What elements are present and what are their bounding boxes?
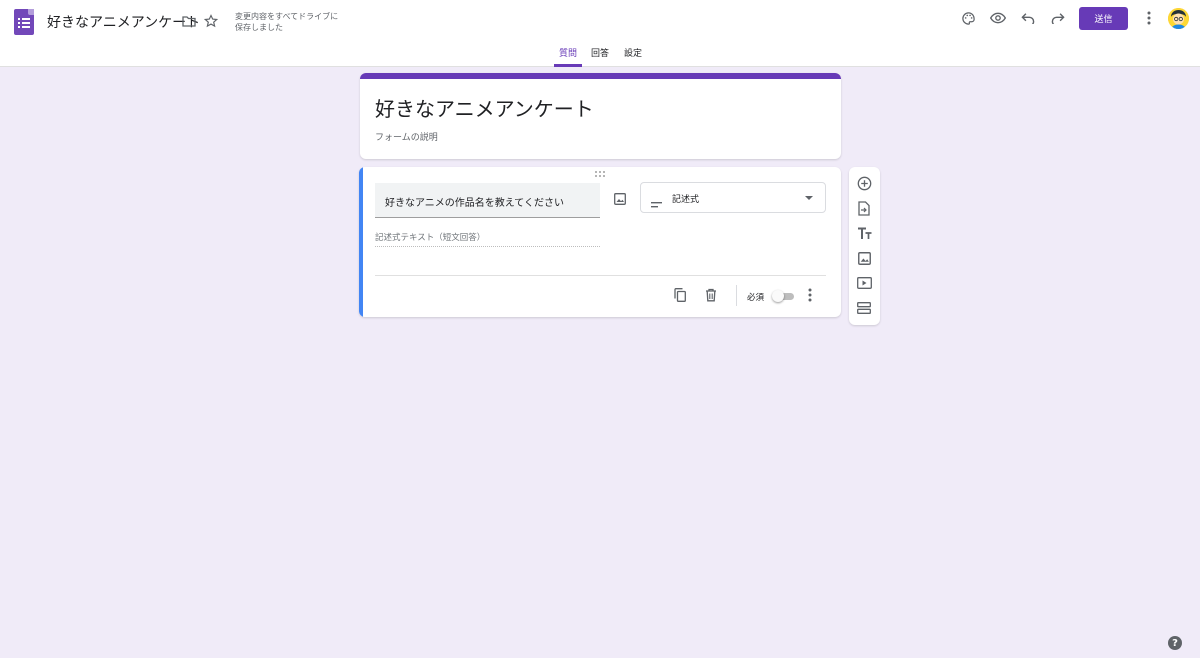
question-type-select[interactable]: 記述式 [640, 182, 826, 213]
tab-settings[interactable]: 設定 [621, 48, 645, 67]
save-status-text: 変更内容をすべてドライブに保存しました [235, 12, 339, 32]
dropdown-arrow-icon [805, 196, 813, 200]
folder-icon[interactable] [178, 10, 200, 32]
footer-divider [736, 285, 737, 306]
add-title-icon[interactable] [855, 224, 873, 242]
app-header: 好きなアニメアンケート 変更内容をすべてドライブに保存しました 送信 質問 回答 [0, 0, 1200, 67]
drag-handle-icon[interactable] [595, 171, 605, 177]
delete-icon[interactable] [702, 286, 720, 304]
question-card[interactable]: 好きなアニメの作品名を教えてください 記述式 記述式テキスト（短文回答） 必須 [359, 167, 841, 317]
add-video-icon[interactable] [855, 274, 873, 292]
form-description-input[interactable]: フォームの説明 [375, 130, 438, 143]
forms-logo-icon[interactable] [14, 9, 34, 35]
question-type-label: 記述式 [672, 195, 700, 205]
star-icon[interactable] [200, 10, 222, 32]
question-more-icon[interactable] [801, 286, 819, 304]
send-button[interactable]: 送信 [1079, 7, 1128, 30]
undo-icon[interactable] [1017, 7, 1039, 29]
form-title-card[interactable]: 好きなアニメアンケート フォームの説明 [360, 73, 841, 159]
help-icon[interactable]: ? [1168, 636, 1182, 650]
required-label: 必須 [747, 293, 765, 303]
redo-icon[interactable] [1047, 7, 1069, 29]
preview-eye-icon[interactable] [987, 7, 1009, 29]
avatar[interactable] [1168, 8, 1189, 29]
title-card-accent-bar [360, 73, 841, 79]
tab-questions[interactable]: 質問 [554, 48, 582, 67]
add-section-icon[interactable] [855, 299, 873, 317]
form-tabs: 質問 回答 設定 [0, 46, 1200, 67]
question-title-input[interactable]: 好きなアニメの作品名を教えてください [375, 183, 600, 218]
short-answer-icon [651, 193, 662, 212]
card-divider [375, 275, 826, 276]
palette-icon[interactable] [957, 7, 979, 29]
import-questions-icon[interactable] [855, 199, 873, 217]
short-answer-placeholder: 記述式テキスト（短文回答） [375, 231, 600, 247]
form-title-input[interactable]: 好きなアニメアンケート [375, 93, 594, 122]
add-image-icon[interactable] [855, 249, 873, 267]
more-vert-icon[interactable] [1138, 7, 1160, 29]
required-toggle[interactable] [772, 290, 796, 302]
active-question-indicator [359, 167, 363, 317]
add-question-icon[interactable] [855, 174, 873, 192]
add-image-icon[interactable] [610, 189, 630, 209]
duplicate-icon[interactable] [671, 286, 689, 304]
tab-responses[interactable]: 回答 [588, 48, 612, 67]
side-toolbar [849, 167, 880, 325]
